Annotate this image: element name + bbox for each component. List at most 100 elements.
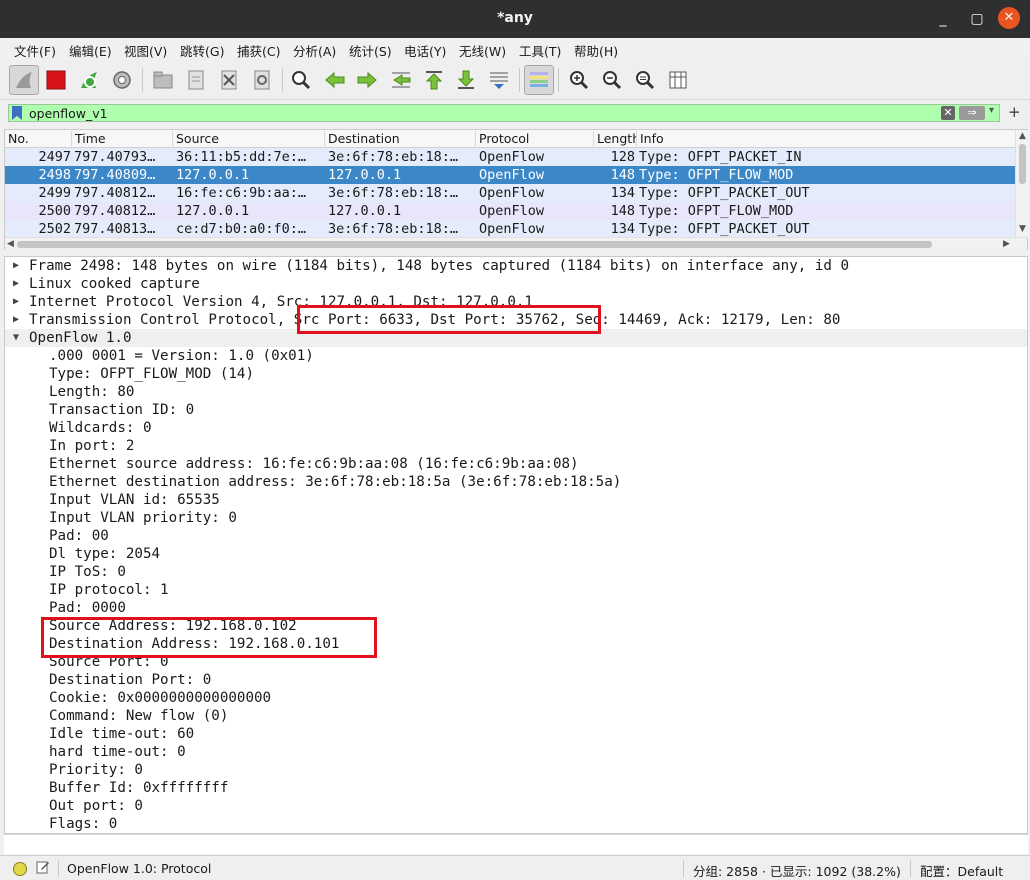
tree-field[interactable]: Cookie: 0x0000000000000000: [5, 689, 1027, 707]
filter-text[interactable]: openflow_v1: [29, 106, 108, 121]
tree-field[interactable]: Type: OFPT_FLOW_MOD (14): [5, 365, 1027, 383]
first-packet-icon[interactable]: [419, 65, 449, 95]
column-no[interactable]: No.: [5, 131, 72, 148]
bytes-pane-splitter[interactable]: [4, 834, 1028, 854]
go-back-icon[interactable]: [320, 65, 350, 95]
bookmark-icon[interactable]: [12, 106, 22, 120]
restart-capture-icon[interactable]: [74, 65, 104, 95]
capture-comment-icon[interactable]: [36, 860, 50, 874]
close-button[interactable]: ✕: [998, 7, 1020, 29]
resize-columns-icon[interactable]: [663, 65, 693, 95]
tree-field[interactable]: Idle time-out: 60: [5, 725, 1027, 743]
expand-arrow-icon[interactable]: ▶: [13, 311, 19, 329]
packet-row-selected[interactable]: 2498 797.40809… 127.0.0.1 127.0.0.1 Open…: [5, 166, 1015, 184]
tree-item-frame[interactable]: ▶ Frame 2498: 148 bytes on wire (1184 bi…: [5, 257, 1027, 275]
colorize-icon[interactable]: [524, 65, 554, 95]
tree-field[interactable]: .000 0001 = Version: 1.0 (0x01): [5, 347, 1027, 365]
menu-view[interactable]: 视图(V): [124, 41, 167, 60]
menu-file[interactable]: 文件(F): [14, 41, 56, 60]
packet-time: 797.40813…: [74, 221, 156, 237]
maximize-button[interactable]: ▢: [966, 8, 988, 30]
tree-field[interactable]: Buffer Id: 0xffffffff: [5, 779, 1027, 797]
tree-field[interactable]: Flags: 0: [5, 815, 1027, 833]
tree-field[interactable]: IP protocol: 1: [5, 581, 1027, 599]
column-source[interactable]: Source: [173, 131, 325, 148]
tree-field[interactable]: Input VLAN priority: 0: [5, 509, 1027, 527]
add-filter-button[interactable]: +: [1008, 103, 1021, 121]
menu-telephony[interactable]: 电话(Y): [404, 41, 446, 60]
column-protocol[interactable]: Protocol: [476, 131, 594, 148]
expand-arrow-icon[interactable]: ▶: [13, 257, 19, 275]
tree-field[interactable]: Length: 80: [5, 383, 1027, 401]
column-length[interactable]: Length: [594, 131, 637, 148]
display-filter-input[interactable]: openflow_v1 ✕ ⇒ ▾: [8, 104, 1000, 122]
save-file-icon[interactable]: [181, 65, 211, 95]
tree-field[interactable]: IP ToS: 0: [5, 563, 1027, 581]
tree-item-linux-cooked[interactable]: ▶ Linux cooked capture: [5, 275, 1027, 293]
menu-go[interactable]: 跳转(G): [180, 41, 224, 60]
go-to-packet-icon[interactable]: [386, 65, 416, 95]
zoom-out-icon[interactable]: [597, 65, 627, 95]
find-packet-icon[interactable]: [286, 65, 316, 95]
menu-tools[interactable]: 工具(T): [519, 41, 561, 60]
apply-filter-icon[interactable]: ⇒: [959, 106, 985, 120]
capture-options-icon[interactable]: [107, 65, 137, 95]
column-destination[interactable]: Destination: [325, 131, 476, 148]
packet-row[interactable]: 2500 797.40812… 127.0.0.1 127.0.0.1 Open…: [5, 202, 1015, 220]
filter-history-dropdown-icon[interactable]: ▾: [989, 105, 994, 116]
reload-file-icon[interactable]: [247, 65, 277, 95]
auto-scroll-icon[interactable]: [484, 65, 514, 95]
scroll-left-icon[interactable]: ◀: [7, 239, 14, 249]
tree-field[interactable]: Transaction ID: 0: [5, 401, 1027, 419]
tree-field[interactable]: Destination Port: 0: [5, 671, 1027, 689]
clear-filter-icon[interactable]: ✕: [941, 106, 955, 120]
last-packet-icon[interactable]: [451, 65, 481, 95]
tree-field[interactable]: Ethernet destination address: 3e:6f:78:e…: [5, 473, 1027, 491]
zoom-in-icon[interactable]: [564, 65, 594, 95]
tree-field[interactable]: Command: New flow (0): [5, 707, 1027, 725]
expand-arrow-icon[interactable]: ▶: [13, 275, 19, 293]
packet-row[interactable]: 2497 797.40793… 36:11:b5:dd:7e:… 3e:6f:7…: [5, 148, 1015, 166]
packet-protocol: OpenFlow: [479, 149, 545, 165]
menu-wireless[interactable]: 无线(W): [459, 41, 506, 60]
menu-analyze[interactable]: 分析(A): [293, 41, 336, 60]
open-file-icon[interactable]: [148, 65, 178, 95]
tree-field[interactable]: Priority: 0: [5, 761, 1027, 779]
tree-field[interactable]: Pad: 0000: [5, 599, 1027, 617]
shark-fin-icon[interactable]: [9, 65, 39, 95]
tree-field[interactable]: Dl type: 2054: [5, 545, 1027, 563]
tree-field[interactable]: Out port: 0: [5, 797, 1027, 815]
scroll-up-icon[interactable]: ▲: [1019, 131, 1026, 141]
scroll-thumb[interactable]: [17, 241, 932, 248]
tree-field[interactable]: Wildcards: 0: [5, 419, 1027, 437]
minimize-button[interactable]: _: [932, 8, 954, 30]
status-separator: [910, 860, 911, 877]
tree-field[interactable]: hard time-out: 0: [5, 743, 1027, 761]
go-forward-icon[interactable]: [352, 65, 382, 95]
profile-selector[interactable]: 配置：Default: [920, 861, 1003, 880]
menu-capture[interactable]: 捕获(C): [237, 41, 280, 60]
collapse-arrow-icon[interactable]: ▼: [13, 329, 19, 347]
menu-edit[interactable]: 编辑(E): [69, 41, 112, 60]
packet-list-vertical-scrollbar[interactable]: ▲ ▼: [1015, 130, 1028, 238]
column-time[interactable]: Time: [72, 131, 173, 148]
packet-list-horizontal-scrollbar[interactable]: ◀ ▶: [5, 237, 1027, 250]
menu-statistics[interactable]: 统计(S): [349, 41, 392, 60]
close-file-icon[interactable]: [214, 65, 244, 95]
packet-row[interactable]: 2502 797.40813… ce:d7:b0:a0:f0:… 3e:6f:7…: [5, 220, 1015, 238]
expert-info-indicator-icon[interactable]: [13, 862, 27, 876]
tree-field[interactable]: In port: 2: [5, 437, 1027, 455]
scroll-right-icon[interactable]: ▶: [1003, 239, 1010, 249]
scroll-down-icon[interactable]: ▼: [1019, 224, 1026, 234]
stop-capture-icon[interactable]: [41, 65, 71, 95]
menu-help[interactable]: 帮助(H): [574, 41, 618, 60]
packet-no: 2500: [38, 203, 71, 219]
column-info[interactable]: Info: [637, 131, 1015, 148]
normal-size-icon[interactable]: [630, 65, 660, 95]
tree-field[interactable]: Pad: 00: [5, 527, 1027, 545]
tree-field[interactable]: Ethernet source address: 16:fe:c6:9b:aa:…: [5, 455, 1027, 473]
expand-arrow-icon[interactable]: ▶: [13, 293, 19, 311]
tree-field[interactable]: Input VLAN id: 65535: [5, 491, 1027, 509]
scroll-thumb[interactable]: [1019, 144, 1026, 184]
packet-row[interactable]: 2499 797.40812… 16:fe:c6:9b:aa:… 3e:6f:7…: [5, 184, 1015, 202]
